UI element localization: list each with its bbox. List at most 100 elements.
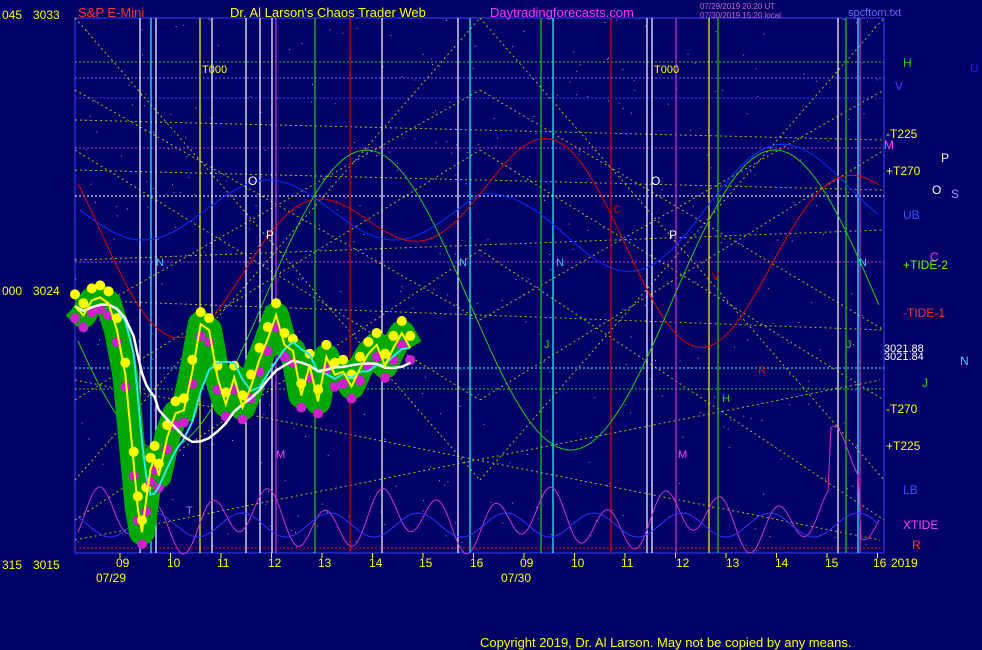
star-dot — [754, 174, 756, 176]
right-label-p: P — [941, 151, 950, 165]
star-dot — [633, 80, 635, 82]
star-dot — [590, 368, 592, 370]
star-dot — [761, 419, 763, 421]
star-dot — [157, 238, 159, 240]
star-dot — [655, 360, 656, 361]
star-dot — [549, 371, 551, 373]
star-dot — [96, 131, 98, 133]
star-dot — [94, 100, 96, 102]
x-tick: 09 — [116, 556, 130, 570]
star-dot — [132, 104, 134, 106]
high-marker — [371, 327, 382, 338]
star-dot — [728, 447, 730, 449]
star-dot — [467, 152, 469, 154]
star-dot — [183, 454, 185, 456]
x-tick: 14 — [369, 556, 383, 570]
star-dot — [815, 80, 817, 82]
star-dot — [97, 343, 99, 345]
plot-label-h: H — [722, 393, 730, 405]
star-dot — [576, 94, 578, 96]
star-dot — [800, 159, 802, 161]
timestamp-local: 07/30/2019 15:20 local — [700, 11, 781, 20]
star-dot — [289, 48, 291, 50]
star-dot — [606, 59, 608, 60]
star-dot — [824, 478, 826, 480]
file-name: spcftom.txt — [848, 7, 902, 19]
high-marker — [338, 354, 349, 365]
right-label-t225-pos: +T225 — [886, 439, 921, 453]
star-dot — [250, 95, 252, 97]
star-dot — [787, 343, 789, 345]
low-marker — [338, 378, 349, 389]
star-dot — [604, 22, 606, 24]
star-dot — [852, 485, 854, 487]
star-dot — [755, 68, 757, 70]
star-dot — [126, 208, 128, 210]
right-label-t270-neg: -T270 — [886, 402, 918, 416]
star-dot — [146, 181, 148, 183]
star-dot — [348, 515, 350, 517]
star-dot — [180, 192, 182, 194]
plot-label-n: N — [156, 257, 164, 269]
plot-label-n: N — [556, 257, 564, 269]
x-tick: 16 — [470, 556, 484, 570]
star-dot — [120, 155, 122, 157]
star-dot — [262, 290, 263, 292]
star-dot — [568, 223, 570, 225]
right-label-h: H — [903, 56, 912, 70]
star-dot — [153, 131, 155, 133]
star-dot — [78, 541, 79, 543]
low-marker — [380, 372, 391, 383]
star-dot — [527, 454, 529, 455]
star-dot — [811, 302, 813, 304]
star-dot — [548, 254, 550, 255]
star-dot — [586, 96, 588, 98]
star-dot — [763, 33, 765, 35]
star-dot — [757, 95, 759, 97]
star-dot — [330, 186, 332, 188]
star-dot — [288, 144, 290, 146]
star-dot — [579, 64, 581, 66]
star-dot — [481, 255, 483, 257]
star-dot — [233, 195, 235, 197]
star-dot — [455, 174, 457, 176]
star-dot — [490, 502, 492, 504]
star-dot — [834, 536, 836, 538]
star-dot — [606, 485, 608, 487]
star-dot — [401, 286, 403, 288]
x-tick: 09 — [520, 556, 534, 570]
high-marker — [354, 351, 365, 362]
star-dot — [257, 245, 259, 247]
star-dot — [439, 480, 440, 482]
star-dot — [312, 84, 313, 86]
right-label-ub: UB — [903, 208, 920, 222]
y-tick-bottom-left: 315 — [2, 558, 23, 572]
star-dot — [195, 107, 197, 109]
star-dot — [556, 94, 558, 96]
star-dot — [667, 281, 669, 283]
star-dot — [487, 239, 489, 241]
star-dot — [803, 74, 805, 76]
star-dot — [183, 24, 185, 26]
star-dot — [225, 180, 227, 182]
star-dot — [354, 142, 356, 143]
copyright: Copyright 2019, Dr. Al Larson. May not b… — [480, 635, 852, 650]
star-dot — [706, 388, 708, 390]
plot-label-t000: T000 — [202, 64, 228, 76]
star-dot — [578, 150, 580, 152]
star-dot — [618, 102, 620, 104]
high-marker — [396, 316, 407, 327]
star-dot — [525, 321, 527, 323]
star-dot — [85, 149, 87, 151]
star-dot — [550, 269, 552, 270]
star-dot — [861, 314, 863, 316]
star-dot — [344, 197, 346, 199]
star-dot — [446, 20, 447, 21]
star-dot — [81, 422, 83, 424]
blue-oscillator — [77, 512, 880, 538]
star-dot — [465, 183, 467, 185]
right-label-tide-2: +TIDE-2 — [903, 258, 949, 272]
star-dot — [714, 396, 716, 398]
star-dot — [622, 515, 624, 517]
site-link[interactable]: Daytradingforecasts.com — [490, 6, 634, 20]
